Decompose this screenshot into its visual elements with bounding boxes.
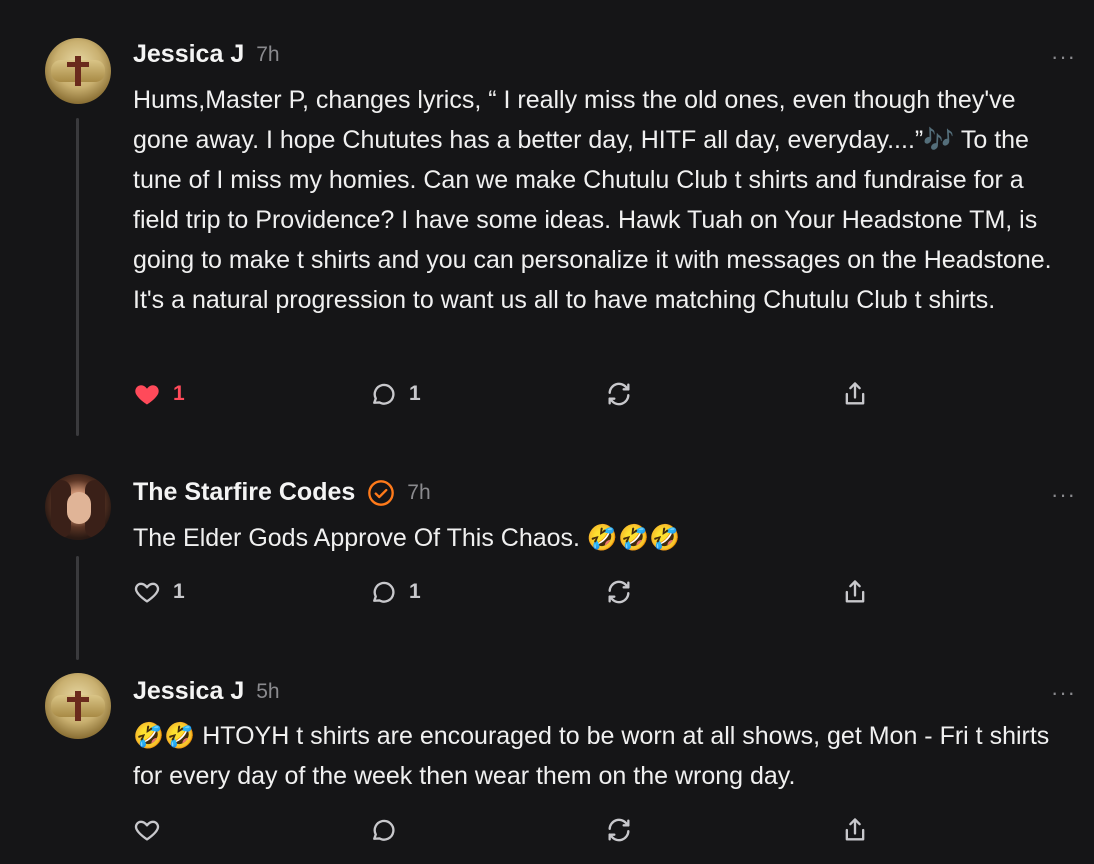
restack-icon (608, 382, 630, 406)
heart-icon (135, 385, 159, 405)
avatar[interactable] (45, 673, 111, 739)
thread-line (76, 118, 79, 436)
timestamp[interactable]: 7h (256, 43, 279, 67)
verified-check-icon (368, 479, 395, 506)
comment-text: 🤣🤣 HTOYH t shirts are encouraged to be w… (133, 722, 1050, 790)
restack-button[interactable] (605, 816, 633, 844)
comment-bubble-icon (373, 581, 395, 603)
timestamp[interactable]: 7h (407, 481, 430, 505)
like-count: 1 (173, 382, 185, 405)
comment-thread: Jessica J 7h ··· Hums,Master P, changes … (0, 0, 1094, 864)
comment-actions: 1 1 (133, 380, 873, 412)
avatar[interactable] (45, 474, 111, 540)
like-button[interactable]: 1 (133, 578, 185, 606)
share-icon (845, 382, 865, 405)
author-name[interactable]: The Starfire Codes (133, 478, 355, 507)
author-name[interactable]: Jessica J (133, 677, 244, 706)
restack-icon (608, 818, 630, 842)
comment-actions (133, 816, 873, 848)
comment-bubble-icon (373, 383, 395, 405)
reply-button[interactable]: 1 (369, 578, 421, 606)
heart-icon (134, 820, 160, 841)
comment-header: Jessica J 5h (133, 677, 280, 706)
avatar[interactable] (45, 38, 111, 104)
more-options-icon[interactable]: ··· (1051, 44, 1076, 70)
share-button[interactable] (841, 816, 869, 844)
comment-actions: 1 1 (133, 578, 873, 610)
comment-bubble-icon (373, 819, 395, 841)
reply-count: 1 (409, 382, 421, 405)
share-button[interactable] (841, 578, 869, 606)
more-options-icon[interactable]: ··· (1051, 482, 1076, 508)
comment-header: The Starfire Codes 7h (133, 478, 431, 507)
more-options-icon[interactable]: ··· (1051, 680, 1076, 706)
thread-line (76, 556, 79, 660)
like-count: 1 (173, 580, 185, 603)
share-button[interactable] (841, 380, 869, 408)
heart-icon (134, 582, 160, 603)
reply-button[interactable]: 1 (369, 380, 421, 408)
share-icon (845, 580, 865, 603)
like-button[interactable] (133, 816, 173, 844)
timestamp[interactable]: 5h (256, 680, 279, 704)
comment-header: Jessica J 7h (133, 40, 280, 69)
share-icon (845, 818, 865, 841)
restack-icon (608, 580, 630, 604)
restack-button[interactable] (605, 380, 633, 408)
reply-button[interactable] (369, 816, 409, 844)
comment-text: Hums,Master P, changes lyrics, “ I reall… (133, 86, 1052, 314)
reply-count: 1 (409, 580, 421, 603)
author-name[interactable]: Jessica J (133, 40, 244, 69)
restack-button[interactable] (605, 578, 633, 606)
comment-text: The Elder Gods Approve Of This Chaos. 🤣🤣… (133, 524, 681, 552)
like-button[interactable]: 1 (133, 380, 185, 408)
